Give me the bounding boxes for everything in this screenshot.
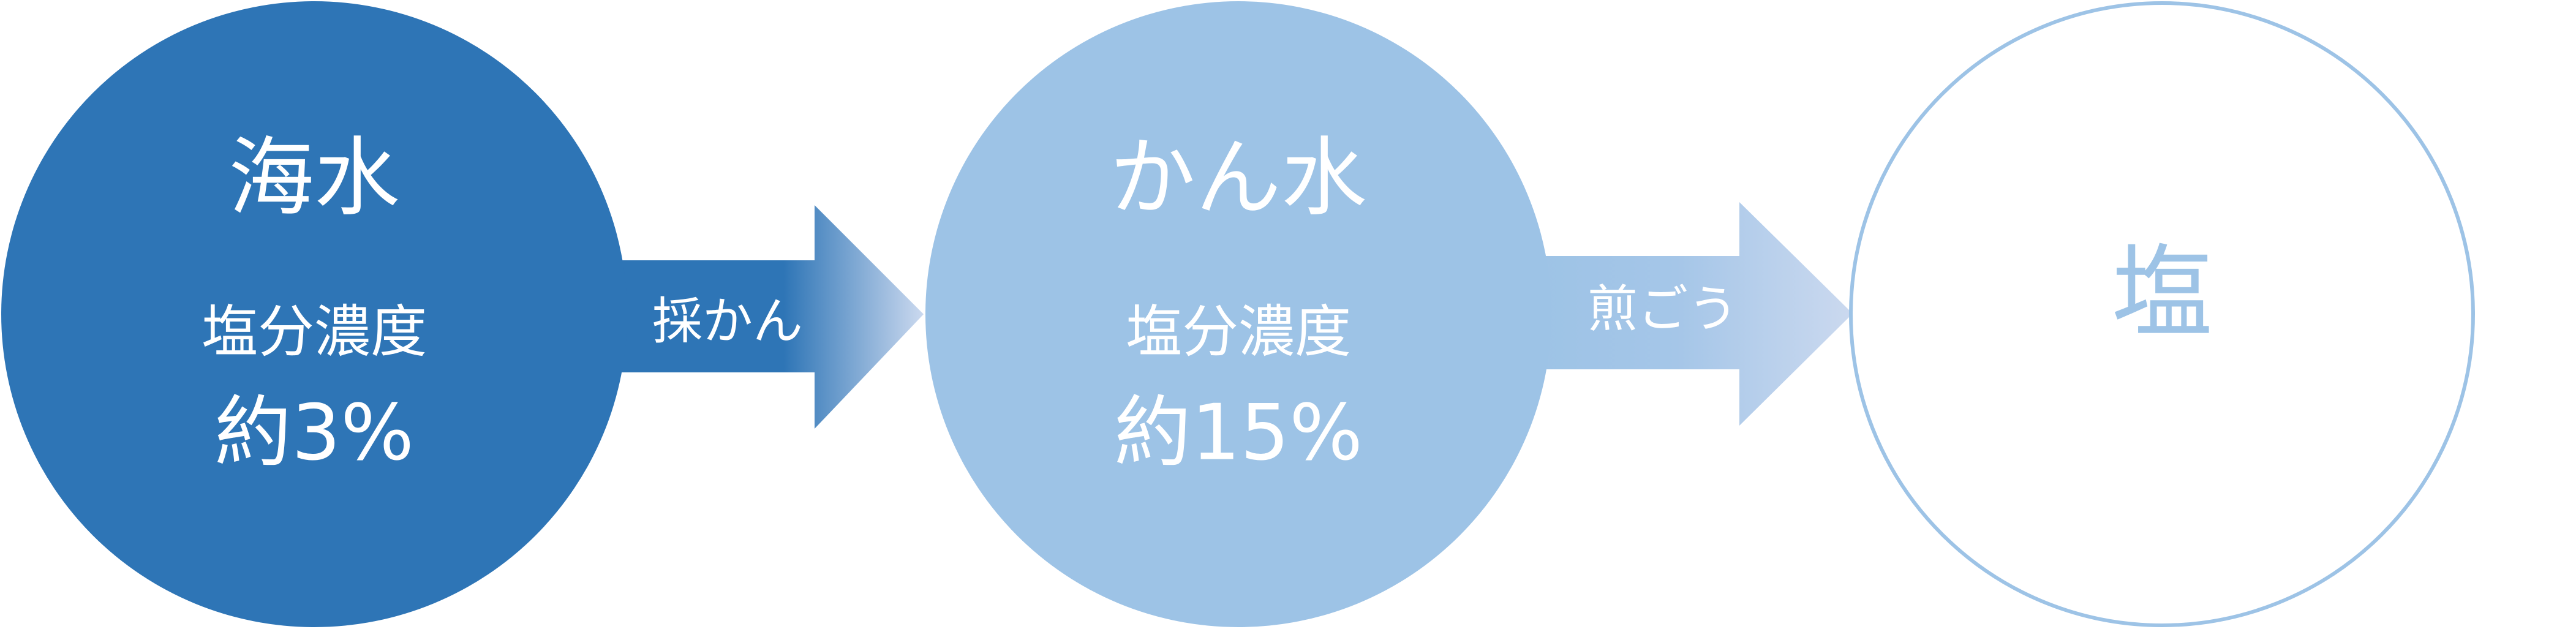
stage-salt-title: 塩 (2112, 234, 2213, 352)
arrow-saikan-label: 採かん (652, 292, 803, 350)
arrow-sengou: 煎ごう (1534, 202, 1853, 426)
stage-seawater: 海水 塩分濃度 約3% (1, 1, 627, 627)
stage-brine-label: 塩分濃度 (1126, 299, 1351, 364)
arrow-sengou-label: 煎ごう (1587, 280, 1738, 338)
stage-brine: かん水 塩分濃度 約15% (925, 1, 1551, 627)
process-diagram: 採かん 煎ごう 海水 塩分濃度 約3% かん水 塩分濃度 約15% 塩 (1, 1, 2475, 627)
stage-salt: 塩 (1849, 1, 2475, 627)
stage-brine-value: 約15% (1114, 388, 1363, 478)
stage-seawater-label: 塩分濃度 (201, 299, 427, 364)
arrow-saikan: 採かん (612, 205, 924, 429)
stage-seawater-title: 海水 (228, 129, 400, 228)
stage-brine-title: かん水 (1110, 129, 1367, 228)
stage-seawater-value: 約3% (214, 388, 414, 478)
